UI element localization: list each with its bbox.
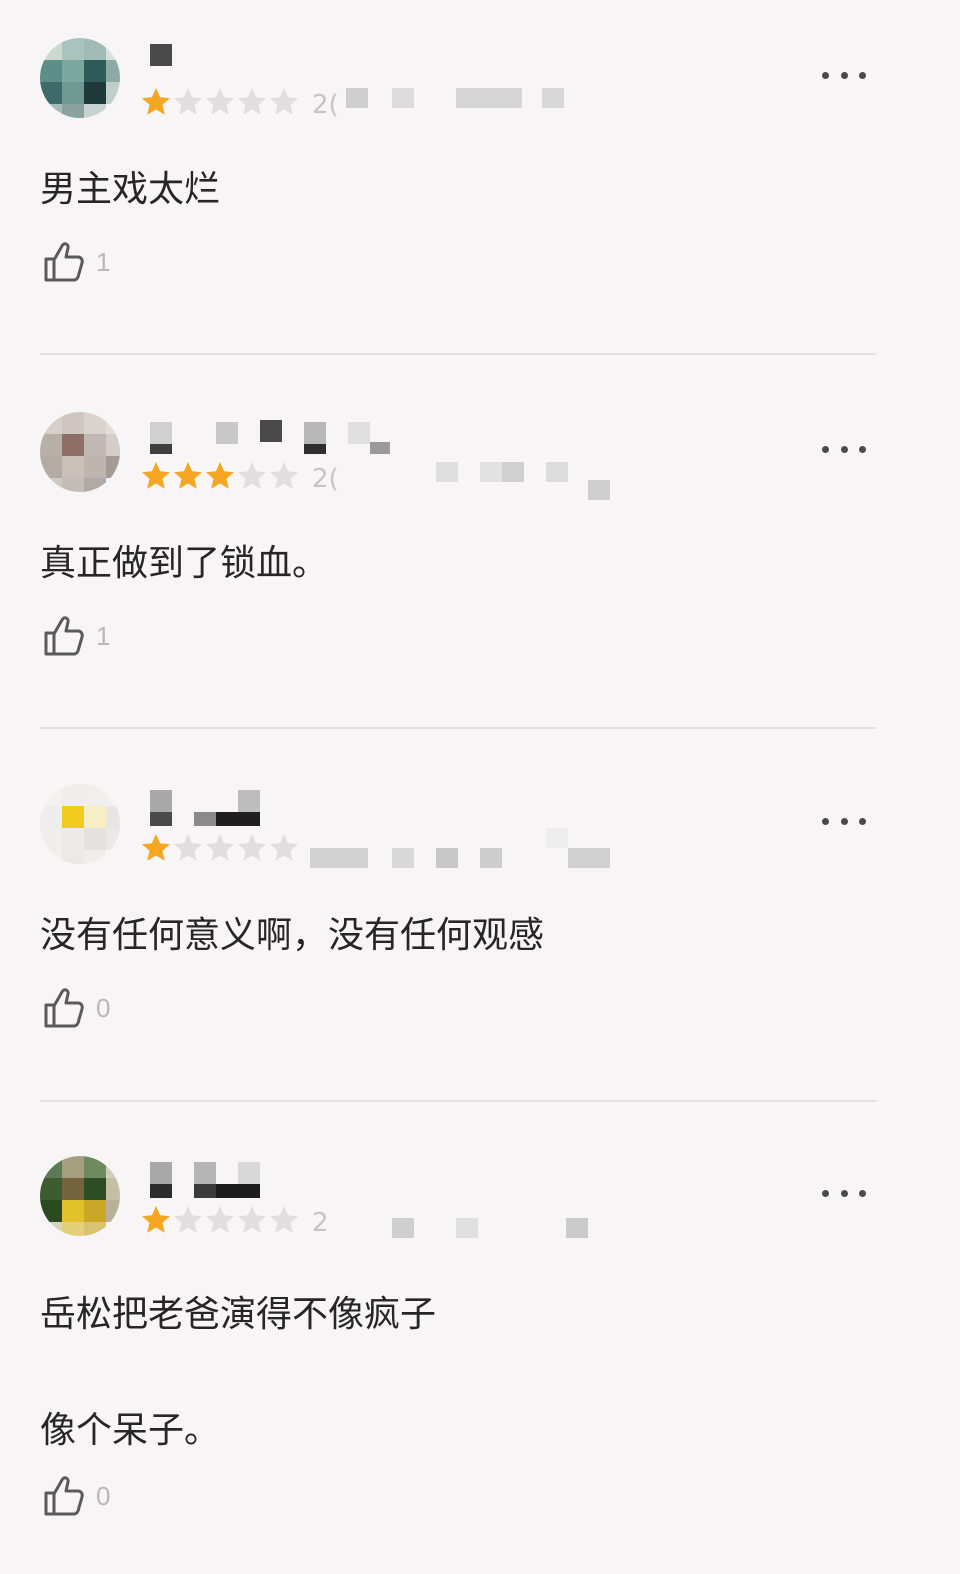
avatar[interactable] xyxy=(40,1156,120,1236)
star-empty-icon xyxy=(238,834,266,861)
star-empty-icon xyxy=(174,1206,202,1233)
like-count: 0 xyxy=(96,1480,111,1511)
divider xyxy=(40,727,876,729)
review-text: 真正做到了锁血。 xyxy=(40,543,329,584)
date-redacted xyxy=(310,88,630,122)
date-redacted xyxy=(310,828,630,868)
star-empty-icon xyxy=(174,88,202,115)
like-button[interactable]: 1 xyxy=(40,612,110,660)
divider xyxy=(40,1100,876,1102)
star-empty-icon xyxy=(238,1206,266,1233)
like-count: 1 xyxy=(96,246,111,277)
review-text: 没有任何意义啊，没有任何观感 xyxy=(40,915,545,956)
like-button[interactable]: 0 xyxy=(40,984,110,1032)
more-options-button[interactable] xyxy=(818,60,870,90)
more-horizontal-icon xyxy=(822,71,829,79)
more-options-button[interactable] xyxy=(818,434,870,464)
divider xyxy=(40,353,876,355)
star-empty-icon xyxy=(270,1206,298,1233)
star-empty-icon xyxy=(270,88,298,115)
more-horizontal-icon xyxy=(822,817,829,825)
thumbs-up-icon xyxy=(44,988,84,1028)
thumbs-up-icon xyxy=(44,616,84,656)
star-filled-icon xyxy=(206,462,234,489)
more-horizontal-icon xyxy=(822,1189,829,1197)
star-filled-icon xyxy=(142,462,170,489)
username-redacted[interactable] xyxy=(140,790,400,826)
thumbs-up-icon xyxy=(44,242,84,282)
star-empty-icon xyxy=(238,88,266,115)
username-redacted[interactable] xyxy=(140,44,400,80)
rating-stars xyxy=(140,1204,300,1238)
thumbs-up-icon xyxy=(44,1476,84,1516)
rating-stars xyxy=(140,460,300,494)
star-empty-icon xyxy=(238,462,266,489)
more-options-button[interactable] xyxy=(818,1178,870,1208)
star-filled-icon xyxy=(142,1206,170,1233)
rating-stars xyxy=(140,86,300,120)
avatar[interactable] xyxy=(40,412,120,492)
more-horizontal-icon xyxy=(822,445,829,453)
star-empty-icon xyxy=(206,1206,234,1233)
avatar[interactable] xyxy=(40,784,120,864)
star-empty-icon xyxy=(174,834,202,861)
review-text: 岳松把老爸演得不像疯子 像个呆子。 xyxy=(40,1294,437,1451)
rating-stars xyxy=(140,832,300,866)
star-filled-icon xyxy=(142,834,170,861)
star-filled-icon xyxy=(174,462,202,489)
star-empty-icon xyxy=(206,834,234,861)
like-count: 0 xyxy=(96,992,111,1023)
like-button[interactable]: 1 xyxy=(40,238,110,286)
date-redacted xyxy=(310,462,630,500)
review-text: 男主戏太烂 xyxy=(40,169,221,210)
like-count: 1 xyxy=(96,620,111,651)
username-redacted[interactable] xyxy=(140,418,400,454)
username-redacted[interactable] xyxy=(140,1162,400,1198)
star-empty-icon xyxy=(206,88,234,115)
more-options-button[interactable] xyxy=(818,806,870,836)
star-filled-icon xyxy=(142,88,170,115)
like-button[interactable]: 0 xyxy=(40,1472,110,1520)
avatar[interactable] xyxy=(40,38,120,118)
star-empty-icon xyxy=(270,462,298,489)
date-redacted xyxy=(310,1206,630,1240)
star-empty-icon xyxy=(270,834,298,861)
